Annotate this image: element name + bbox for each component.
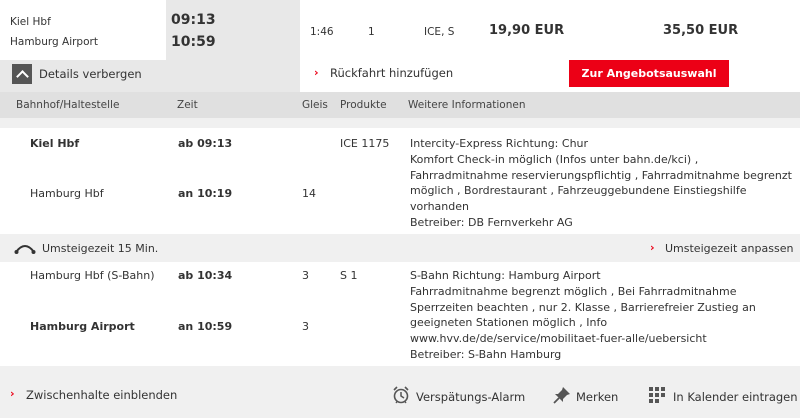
info-line: Fahrradmitnahme begrenzt möglich , Bei F… <box>410 284 737 298</box>
leg-2-dep-time: ab 10:34 <box>178 269 233 282</box>
summary-to: Hamburg Airport <box>10 36 98 48</box>
leg-2-arr-time: an 10:59 <box>178 320 233 333</box>
col-header-station: Bahnhof/Haltestelle <box>16 99 120 111</box>
connection-summary: Kiel Hbf Hamburg Airport 09:13 10:59 1:4… <box>0 0 800 92</box>
chevron-right-icon: › <box>314 66 319 79</box>
col-header-platform: Gleis <box>302 99 328 111</box>
leg-1-dep-time: ab 09:13 <box>178 137 233 150</box>
chevron-right-icon: › <box>10 387 15 400</box>
details-toggle[interactable]: Details verbergen <box>39 67 142 81</box>
summary-products: ICE, S <box>424 26 455 38</box>
offer-selection-button[interactable]: Zur Angebotsauswahl <box>569 60 729 87</box>
summary-arr-time: 10:59 <box>171 34 216 50</box>
price-flex[interactable]: 19,90 EUR <box>489 23 564 38</box>
return-trip-link[interactable]: Rückfahrt hinzufügen <box>330 66 453 80</box>
leg-1-product[interactable]: ICE 1175 <box>340 137 389 150</box>
calendar-icon[interactable] <box>648 386 666 404</box>
info-line: Komfort Check-in möglich (Infos unter ba… <box>410 152 699 166</box>
summary-duration: 1:46 <box>310 26 334 38</box>
pin-icon[interactable] <box>553 386 571 404</box>
leg-2-info: S-Bahn Richtung: Hamburg Airport Fahrrad… <box>410 268 756 363</box>
info-line: Betreiber: S-Bahn Hamburg <box>410 347 562 361</box>
info-line: möglich , Bordrestaurant , Fahrzeuggebun… <box>410 184 747 198</box>
alarm-clock-icon[interactable] <box>392 385 410 405</box>
chevron-up-icon[interactable] <box>12 64 32 84</box>
summary-stations-cell <box>0 0 166 60</box>
summary-from: Kiel Hbf <box>10 16 51 28</box>
leg-1-arr-station: Hamburg Hbf <box>30 187 104 200</box>
col-header-info: Weitere Informationen <box>408 99 526 111</box>
leg-1-arr-time: an 10:19 <box>178 187 233 200</box>
price-first-class[interactable]: 35,50 EUR <box>663 23 738 38</box>
leg-2-arr-platform: 3 <box>302 320 309 333</box>
summary-dep-time: 09:13 <box>171 12 216 28</box>
info-line: vorhanden <box>410 200 469 214</box>
adjust-transfer-link[interactable]: Umsteigezeit anpassen <box>665 242 793 255</box>
info-line: Intercity-Express Richtung: Chur <box>410 137 589 150</box>
show-intermediate-stops-link[interactable]: Zwischenhalte einblenden <box>26 388 177 402</box>
info-line: S-Bahn Richtung: Hamburg Airport <box>410 269 601 282</box>
transfer-time: Umsteigezeit 15 Min. <box>42 242 159 255</box>
info-line: Fahrradmitnahme reservierungspflichtig ,… <box>410 168 792 182</box>
leg-1-dep-station: Kiel Hbf <box>30 137 80 150</box>
leg-2-dep-station: Hamburg Hbf (S-Bahn) <box>30 269 155 282</box>
leg-2-arr-station: Hamburg Airport <box>30 320 135 333</box>
info-line: Sperrzeiten beachten , nur 2. Klasse , B… <box>410 300 756 314</box>
table-header: Bahnhof/Haltestelle Zeit Gleis Produkte … <box>0 92 800 118</box>
leg-1-arr-platform: 14 <box>302 187 316 200</box>
col-header-products: Produkte <box>340 99 387 111</box>
chevron-right-icon: › <box>650 241 655 254</box>
delay-alarm-link[interactable]: Verspätungs-Alarm <box>416 390 525 404</box>
leg-2-product[interactable]: S 1 <box>340 269 357 282</box>
summary-changes: 1 <box>368 26 375 38</box>
leg-1: Kiel Hbf ab 09:13 ICE 1175 Hamburg Hbf a… <box>0 128 800 234</box>
info-line: geeigneten Stationen möglich , Info <box>410 316 608 330</box>
transfer-icon <box>14 245 36 254</box>
info-line: www.hvv.de/de/service/mobilitaet-fuer-al… <box>410 332 707 346</box>
leg-2: Hamburg Hbf (S-Bahn) ab 10:34 3 S 1 Hamb… <box>0 262 800 366</box>
col-header-time: Zeit <box>177 99 198 111</box>
leg-1-info: Intercity-Express Richtung: Chur Komfort… <box>410 136 792 231</box>
info-line: Betreiber: DB Fernverkehr AG <box>410 215 573 229</box>
add-to-calendar-link[interactable]: In Kalender eintragen <box>673 390 798 404</box>
bookmark-link[interactable]: Merken <box>576 390 618 404</box>
leg-2-dep-platform: 3 <box>302 269 309 282</box>
